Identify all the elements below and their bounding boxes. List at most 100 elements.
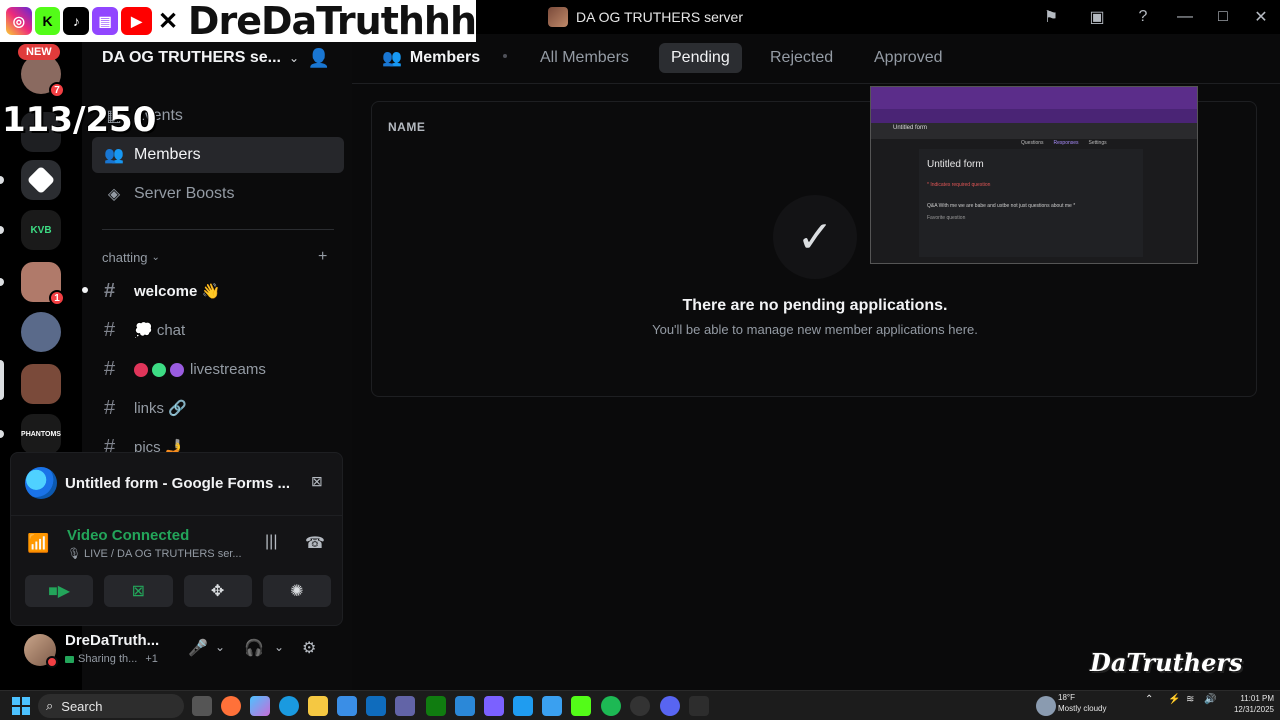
server-item-active[interactable] — [21, 364, 61, 404]
vscode-icon[interactable] — [513, 696, 533, 716]
camera-icon: ■▶ — [48, 583, 71, 600]
terminal-icon[interactable] — [689, 696, 709, 716]
stream-title: Untitled form - Google Forms ... — [65, 474, 290, 492]
server-item[interactable]: 1 — [21, 262, 65, 306]
close-button[interactable]: ✕ — [1242, 0, 1280, 34]
disconnect-icon[interactable]: ☎ — [305, 533, 325, 553]
windows-start-icon[interactable] — [12, 697, 30, 715]
search-label: Search — [61, 698, 103, 714]
store-icon[interactable] — [337, 696, 357, 716]
user-name[interactable]: DreDaTruth... — [65, 632, 159, 649]
taskbar-search[interactable]: ⌕ Search — [38, 694, 184, 718]
headphones-icon[interactable]: 🎧 — [244, 638, 264, 658]
tab-rejected[interactable]: Rejected — [758, 43, 845, 73]
stream-row: Untitled form - Google Forms ... ⊠ — [25, 467, 331, 499]
network-icon[interactable]: ⚡ — [1168, 694, 1180, 705]
flag-icon[interactable]: ⚑ — [1028, 0, 1074, 34]
divider — [102, 229, 334, 230]
server-item[interactable]: PHANTOMS — [21, 414, 61, 454]
new-badge: NEW — [18, 44, 60, 60]
discord-icon[interactable] — [660, 696, 680, 716]
system-clock[interactable]: 11:01 PM 12/31/2025 — [1226, 693, 1274, 715]
volume-icon[interactable]: 🔊 — [1204, 694, 1216, 705]
form-tabs: Questions Responses Settings — [1021, 140, 1107, 146]
youtube-icon: ▶ — [120, 7, 153, 35]
obs-icon[interactable] — [630, 696, 650, 716]
soundboard-icon: ✺ — [290, 583, 304, 600]
spotify-icon[interactable] — [601, 696, 621, 716]
server-item[interactable] — [21, 312, 61, 352]
channel-name: links 🔗 — [134, 400, 187, 417]
inbox-icon[interactable]: ▣ — [1074, 0, 1120, 34]
help-icon[interactable]: ? — [1120, 0, 1166, 34]
channel-links[interactable]: # links 🔗 — [92, 391, 344, 425]
channel-welcome[interactable]: # welcome 👋 — [82, 274, 344, 308]
server-item[interactable]: KVB — [21, 210, 61, 250]
wifi-icon[interactable]: ≋ — [1186, 694, 1194, 705]
channel-name: livestreams — [190, 360, 266, 378]
form-question: Q&A With me we are babe and ustbe not ju… — [927, 203, 1076, 209]
notes-icon[interactable] — [484, 696, 504, 716]
window-title-text: DA OG TRUTHERS server — [576, 9, 743, 25]
form-answer: Favorite question — [927, 215, 966, 221]
photos-icon[interactable] — [542, 696, 562, 716]
xbox-icon[interactable] — [426, 696, 446, 716]
signal-icon[interactable]: 📶 — [27, 533, 49, 554]
form-doc-name: Untitled form — [893, 125, 928, 131]
activities-button[interactable]: ✥ — [183, 575, 252, 607]
form-required-note: * Indicates required question — [927, 182, 991, 188]
stop-share-button[interactable]: ⊠ — [104, 575, 173, 607]
sidebar-item-members[interactable]: 👥 Members — [92, 137, 344, 173]
invite-people-icon[interactable]: 👤 — [308, 48, 330, 69]
voice-buttons: ■▶ ⊠ ✥ ✺ — [25, 575, 331, 607]
copilot-icon[interactable] — [250, 696, 270, 716]
sidebar-item-server-boosts[interactable]: ◈ Server Boosts — [92, 176, 344, 212]
teams-icon[interactable] — [395, 696, 415, 716]
camera-button[interactable]: ■▶ — [25, 575, 94, 607]
tab-pending[interactable]: Pending — [659, 43, 742, 73]
page-title: 👥 Members — [382, 48, 480, 68]
members-icon: 👥 — [382, 50, 402, 67]
create-channel-icon[interactable]: + — [318, 248, 327, 266]
edge-browser-icon — [25, 467, 57, 499]
form-tab: Questions — [1021, 140, 1044, 146]
text-channel-icon: # — [104, 279, 116, 302]
tab-all-members[interactable]: All Members — [528, 43, 641, 73]
soundboard-button[interactable]: ✺ — [262, 575, 331, 607]
window-icon[interactable] — [455, 696, 475, 716]
text-channel-icon: # — [104, 357, 116, 380]
user-activity-extra: +1 — [145, 653, 158, 665]
file-explorer-icon[interactable] — [308, 696, 328, 716]
kick-app-icon[interactable] — [571, 696, 591, 716]
chevron-up-icon[interactable]: ⌃ — [1145, 694, 1153, 705]
voice-channel-link[interactable]: 🎙 LIVE / DA OG TRUTHERS ser... — [67, 547, 247, 560]
channel-livestreams[interactable]: # livestreams — [92, 352, 344, 386]
maximize-button[interactable]: □ — [1204, 0, 1242, 34]
chevron-down-icon[interactable]: ⌄ — [215, 640, 225, 654]
stream-preview[interactable]: Untitled form Questions Responses Settin… — [870, 86, 1198, 264]
channel-name: welcome 👋 — [134, 283, 221, 300]
outlook-icon[interactable] — [366, 696, 386, 716]
sidebar-item-label: Members — [134, 146, 201, 163]
channel-chat[interactable]: # 💭 chat — [92, 313, 344, 347]
edge-icon[interactable] — [279, 696, 299, 716]
noise-suppression-icon[interactable]: ||| — [265, 533, 277, 551]
activities-icon: ✥ — [210, 583, 225, 600]
text-channel-icon: # — [104, 396, 116, 419]
task-view-icon[interactable] — [192, 696, 212, 716]
gear-icon[interactable]: ⚙ — [302, 638, 316, 658]
server-item[interactable] — [21, 160, 61, 200]
voice-status[interactable]: Video Connected — [67, 527, 189, 544]
firefox-icon[interactable] — [221, 696, 241, 716]
category-chatting[interactable]: chatting ⌄ — [102, 250, 160, 265]
channel-name: 💭 chat — [134, 322, 186, 339]
unread-indicator — [82, 287, 88, 293]
microphone-icon[interactable]: 🎤 — [188, 638, 208, 658]
x-icon: ✕ — [155, 7, 181, 35]
voice-connection: 📶 Video Connected 🎙 LIVE / DA OG TRUTHER… — [25, 525, 331, 561]
minimize-button[interactable]: — — [1166, 0, 1204, 34]
tab-approved[interactable]: Approved — [862, 43, 955, 73]
stop-stream-icon[interactable]: ⊠ — [311, 473, 331, 489]
chevron-down-icon[interactable]: ⌄ — [274, 640, 284, 654]
server-item[interactable]: 7 — [21, 54, 65, 98]
